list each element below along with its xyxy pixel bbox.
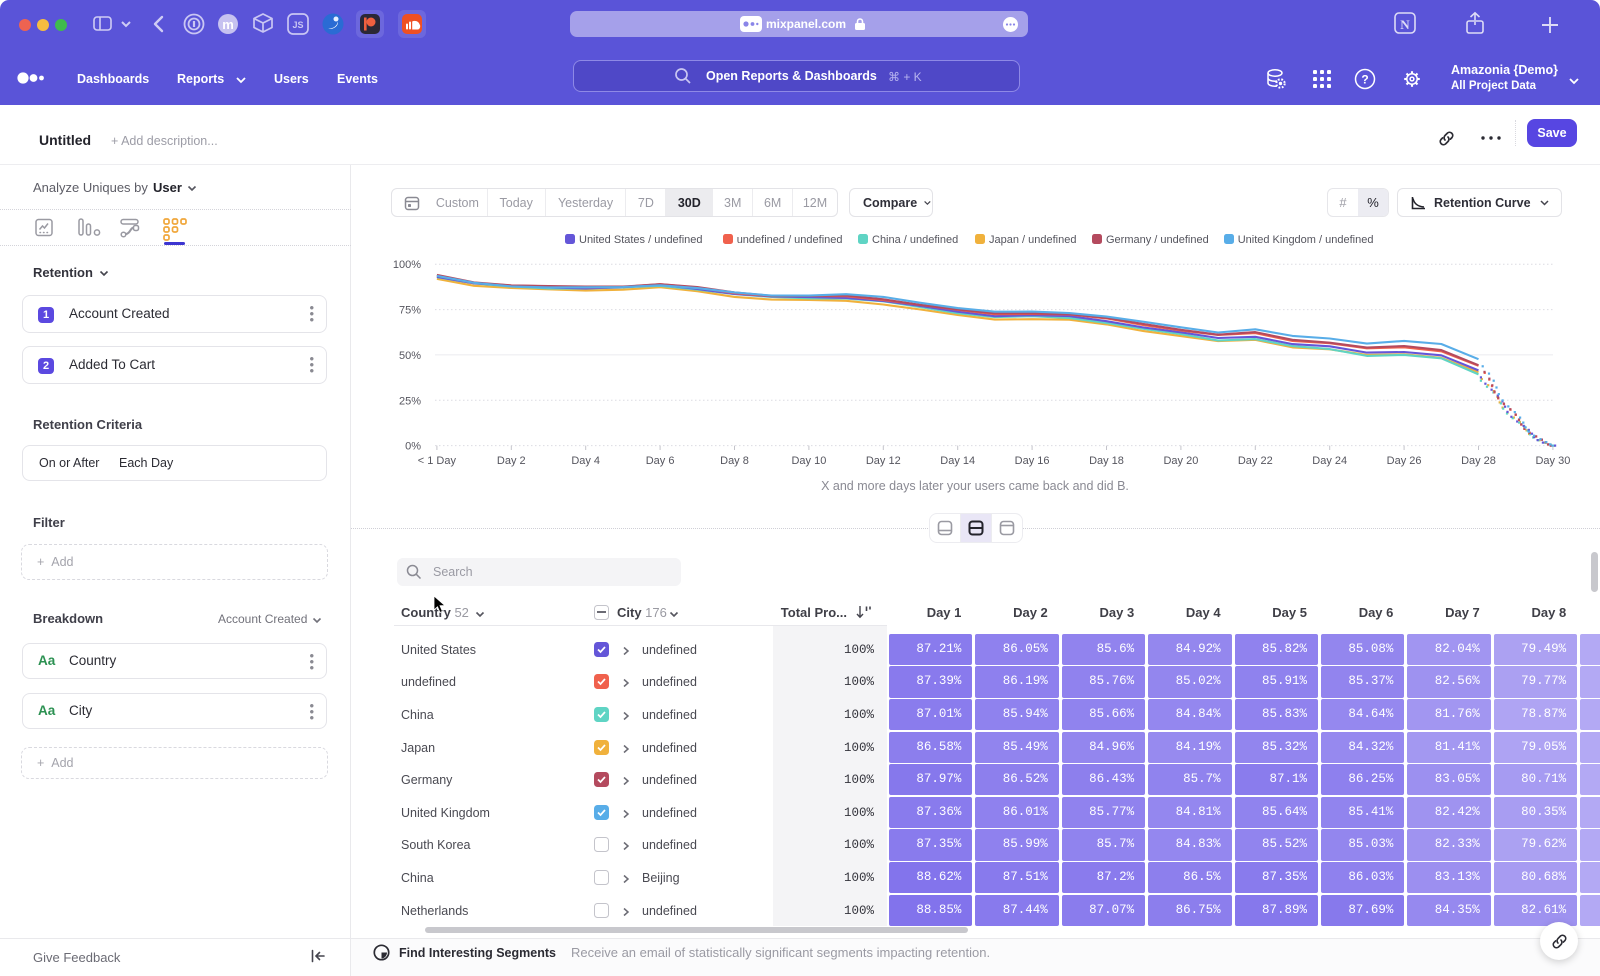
svg-text:?: ? <box>1361 73 1368 87</box>
svg-text:Day 28: Day 28 <box>1461 455 1496 467</box>
svg-text:Day 22: Day 22 <box>1238 455 1273 467</box>
svg-text:25%: 25% <box>399 395 421 407</box>
svg-text:Day 26: Day 26 <box>1387 455 1422 467</box>
svg-text:0%: 0% <box>405 441 421 453</box>
svg-text:Day 14: Day 14 <box>940 455 975 467</box>
svg-text:Day 8: Day 8 <box>720 455 749 467</box>
svg-text:100%: 100% <box>393 259 421 271</box>
svg-text:Day 20: Day 20 <box>1163 455 1198 467</box>
svg-text:Day 16: Day 16 <box>1015 455 1050 467</box>
svg-text:Day 18: Day 18 <box>1089 455 1124 467</box>
svg-text:Day 24: Day 24 <box>1312 455 1347 467</box>
svg-text:50%: 50% <box>399 350 421 362</box>
svg-text:Day 2: Day 2 <box>497 455 526 467</box>
svg-text:Day 12: Day 12 <box>866 455 901 467</box>
svg-text:Day 10: Day 10 <box>791 455 826 467</box>
svg-text:Day 4: Day 4 <box>571 455 600 467</box>
svg-text:Day 6: Day 6 <box>646 455 675 467</box>
svg-text:m: m <box>222 17 234 32</box>
svg-text:X and more days later your use: X and more days later your users came ba… <box>821 479 1129 493</box>
svg-text:Day 30: Day 30 <box>1535 455 1570 467</box>
svg-text:JS: JS <box>292 20 303 30</box>
svg-text:N: N <box>1400 17 1410 32</box>
svg-text:< 1 Day: < 1 Day <box>418 455 457 467</box>
svg-text:75%: 75% <box>399 305 421 317</box>
